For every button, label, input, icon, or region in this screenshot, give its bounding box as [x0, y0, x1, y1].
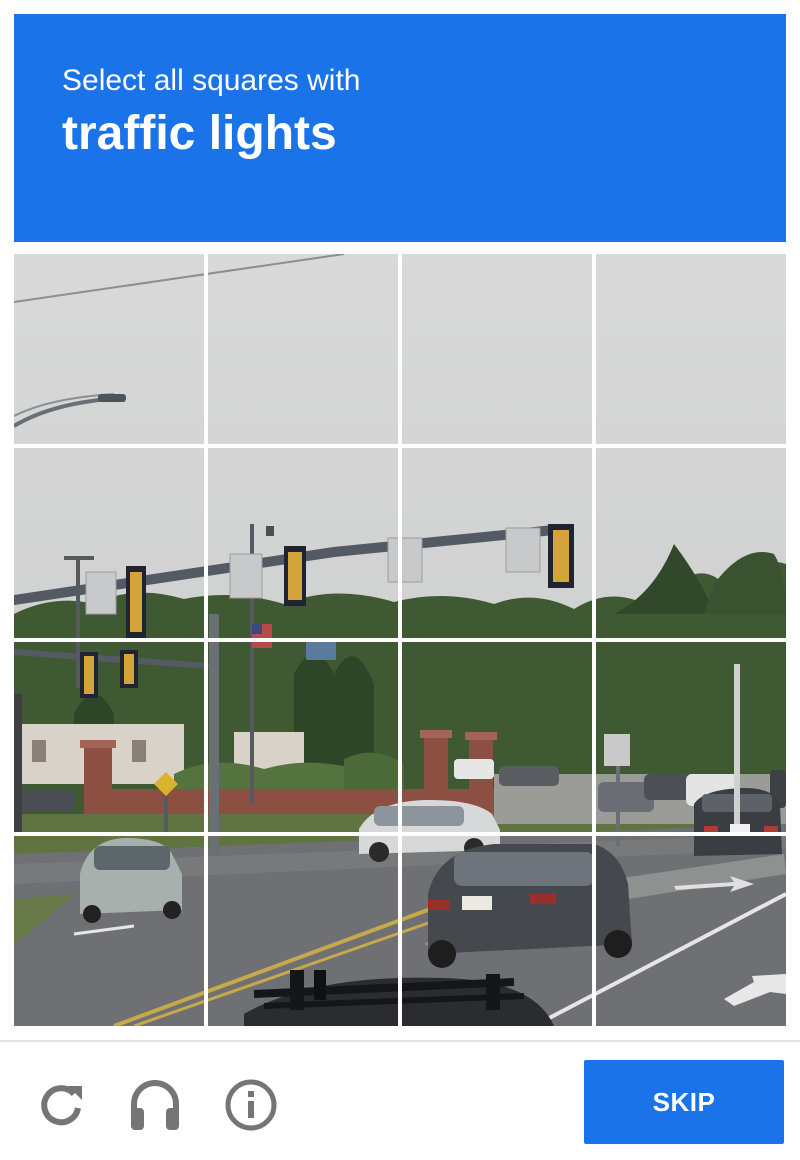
- grid-tile-r1-c3[interactable]: [402, 254, 592, 444]
- grid-tile-r4-c3[interactable]: [402, 836, 592, 1026]
- challenge-header: Select all squares with traffic lights: [14, 14, 786, 242]
- grid-tile-r4-c2[interactable]: [208, 836, 398, 1026]
- grid-tile-r3-c1[interactable]: [14, 642, 204, 832]
- image-grid: [14, 254, 786, 1026]
- grid-tile-r3-c3[interactable]: [402, 642, 592, 832]
- grid-tile-r2-c1[interactable]: [14, 448, 204, 638]
- grid-tile-r4-c4[interactable]: [596, 836, 786, 1026]
- grid-divider-horizontal: [14, 444, 786, 448]
- info-icon[interactable]: [224, 1078, 278, 1132]
- headphones-icon[interactable]: [128, 1078, 182, 1132]
- grid-tile-r2-c2[interactable]: [208, 448, 398, 638]
- grid-divider-horizontal: [14, 832, 786, 836]
- grid-tile-r1-c2[interactable]: [208, 254, 398, 444]
- grid-divider-horizontal: [14, 638, 786, 642]
- grid-tile-r3-c4[interactable]: [596, 642, 786, 832]
- footer-divider: [0, 1040, 800, 1042]
- grid-tile-r2-c3[interactable]: [402, 448, 592, 638]
- instruction-text: Select all squares with: [62, 64, 361, 97]
- grid-tile-r1-c1[interactable]: [14, 254, 204, 444]
- target-object-text: traffic lights: [62, 107, 337, 160]
- reload-icon[interactable]: [34, 1078, 88, 1132]
- skip-button[interactable]: SKIP: [584, 1060, 784, 1144]
- grid-tile-r3-c2[interactable]: [208, 642, 398, 832]
- grid-tile-r4-c1[interactable]: [14, 836, 204, 1026]
- grid-tile-r1-c4[interactable]: [596, 254, 786, 444]
- grid-tile-r2-c4[interactable]: [596, 448, 786, 638]
